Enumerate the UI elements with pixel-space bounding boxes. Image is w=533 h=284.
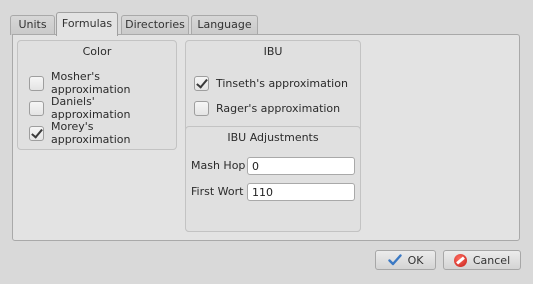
tinseth-option[interactable]: Tinseth's approximation: [194, 74, 348, 92]
first-wort-label: First Wort: [191, 185, 244, 198]
mosher-option[interactable]: Mosher's approximation: [29, 70, 176, 96]
tab-units[interactable]: Units: [10, 15, 55, 35]
morey-option[interactable]: Morey's approximation: [29, 120, 176, 146]
tinseth-label: Tinseth's approximation: [216, 76, 348, 90]
ibu-groupbox: IBU Tinseth's approximation Rager's appr…: [185, 40, 361, 232]
ibu-group-title: IBU: [263, 45, 283, 58]
mash-hop-row: Mash Hop: [191, 157, 357, 175]
mosher-checkbox[interactable]: [29, 75, 44, 91]
mash-hop-label: Mash Hop: [191, 159, 246, 172]
color-groupbox: Color Mosher's approximation Daniels' ap…: [17, 40, 177, 150]
ibu-adjustments-title: IBU Adjustments: [227, 131, 319, 144]
rager-option[interactable]: Rager's approximation: [194, 99, 340, 117]
cancel-icon: [453, 253, 467, 267]
ibu-adjustments-groupbox: IBU Adjustments Mash Hop First Wort: [185, 126, 361, 232]
tab-directories[interactable]: Directories: [121, 15, 189, 35]
color-group-title: Color: [82, 45, 112, 58]
first-wort-input[interactable]: [247, 183, 355, 201]
rager-label: Rager's approximation: [216, 101, 341, 115]
mash-hop-input[interactable]: [247, 157, 355, 175]
daniels-checkbox[interactable]: [29, 100, 44, 116]
daniels-option[interactable]: Daniels' approximation: [29, 95, 176, 121]
ok-button[interactable]: OK: [375, 250, 436, 270]
rager-checkbox[interactable]: [194, 100, 209, 116]
mosher-label: Mosher's approximation: [51, 70, 131, 96]
daniels-label: Daniels' approximation: [51, 95, 131, 121]
morey-checkbox[interactable]: [29, 125, 44, 141]
formulas-panel: Color Mosher's approximation Daniels' ap…: [12, 34, 520, 241]
checkmark-icon: [387, 254, 402, 266]
tinseth-checkbox[interactable]: [194, 75, 209, 91]
tab-language[interactable]: Language: [191, 15, 258, 35]
cancel-label: Cancel: [472, 253, 511, 267]
ok-label: OK: [407, 253, 424, 267]
tab-formulas[interactable]: Formulas: [56, 12, 118, 36]
first-wort-row: First Wort: [191, 183, 357, 201]
cancel-button[interactable]: Cancel: [443, 250, 521, 270]
morey-label: Morey's approximation: [51, 120, 131, 146]
